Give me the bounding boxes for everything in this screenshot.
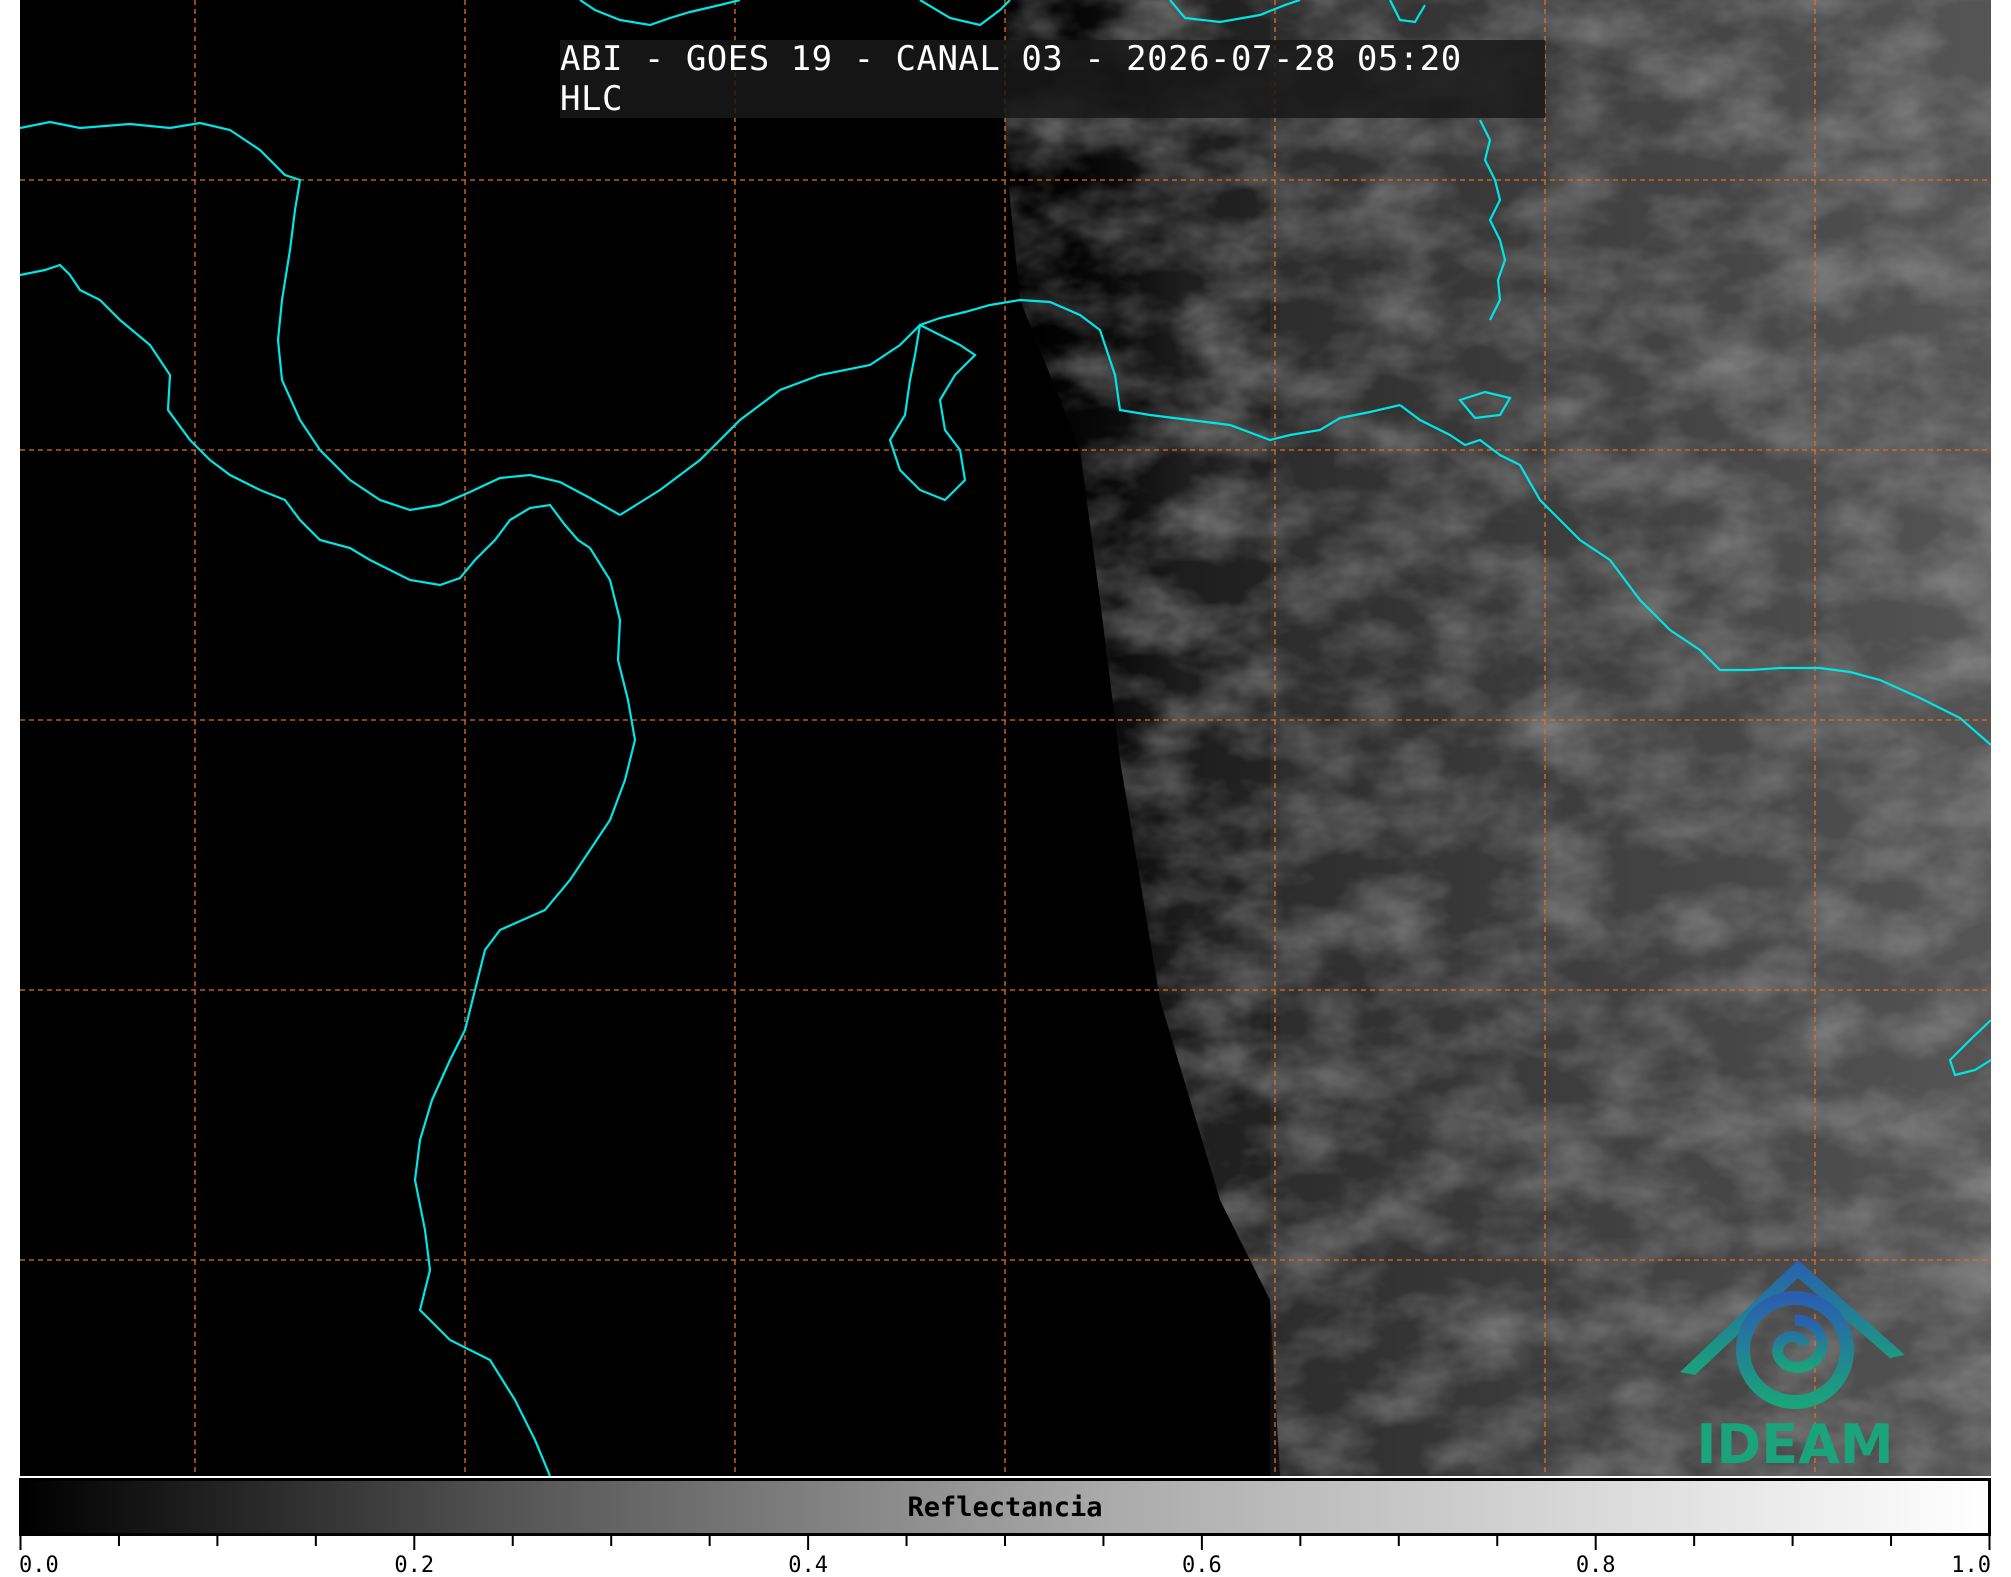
image-title: ABI - GOES 19 - CANAL 03 - 2026-07-28 05… bbox=[560, 39, 1462, 119]
colorbar-tick-label: 0.8 bbox=[1576, 1553, 1616, 1577]
coastline-central-america-pacific bbox=[20, 263, 591, 587]
coastline-guajira-peninsula bbox=[888, 323, 977, 502]
coastline-central-america-north bbox=[20, 120, 621, 516]
satellite-map[interactable]: ABI - GOES 19 - CANAL 03 - 2026-07-28 05… bbox=[20, 0, 1991, 1476]
logo-text: IDEAM bbox=[1696, 1413, 1894, 1476]
colorbar: Reflectancia bbox=[19, 1478, 1991, 1536]
coastline-south-america-pacific bbox=[413, 547, 637, 1476]
ideam-logo: IDEAM bbox=[1670, 1250, 1920, 1476]
coastline-jamaica bbox=[919, 0, 1011, 27]
ideam-mountain-spiral-logo-icon bbox=[1680, 1260, 1905, 1409]
colorbar-label: Reflectancia bbox=[907, 1491, 1103, 1523]
colorbar-tick-label: 0.6 bbox=[1182, 1553, 1222, 1577]
colorbar-tick-label: 0.2 bbox=[394, 1553, 434, 1577]
colorbar-tick-label: 1.0 bbox=[1951, 1553, 1991, 1577]
title-box: ABI - GOES 19 - CANAL 03 - 2026-07-28 05… bbox=[560, 39, 1545, 119]
colorbar-tick-label: 0.4 bbox=[788, 1553, 828, 1577]
colorbar-tick-label: 0.0 bbox=[19, 1553, 59, 1577]
coastline-cuba bbox=[579, 0, 741, 27]
colorbar-axis: 0.0 0.2 0.4 0.6 0.8 1.0 bbox=[19, 1536, 1991, 1577]
